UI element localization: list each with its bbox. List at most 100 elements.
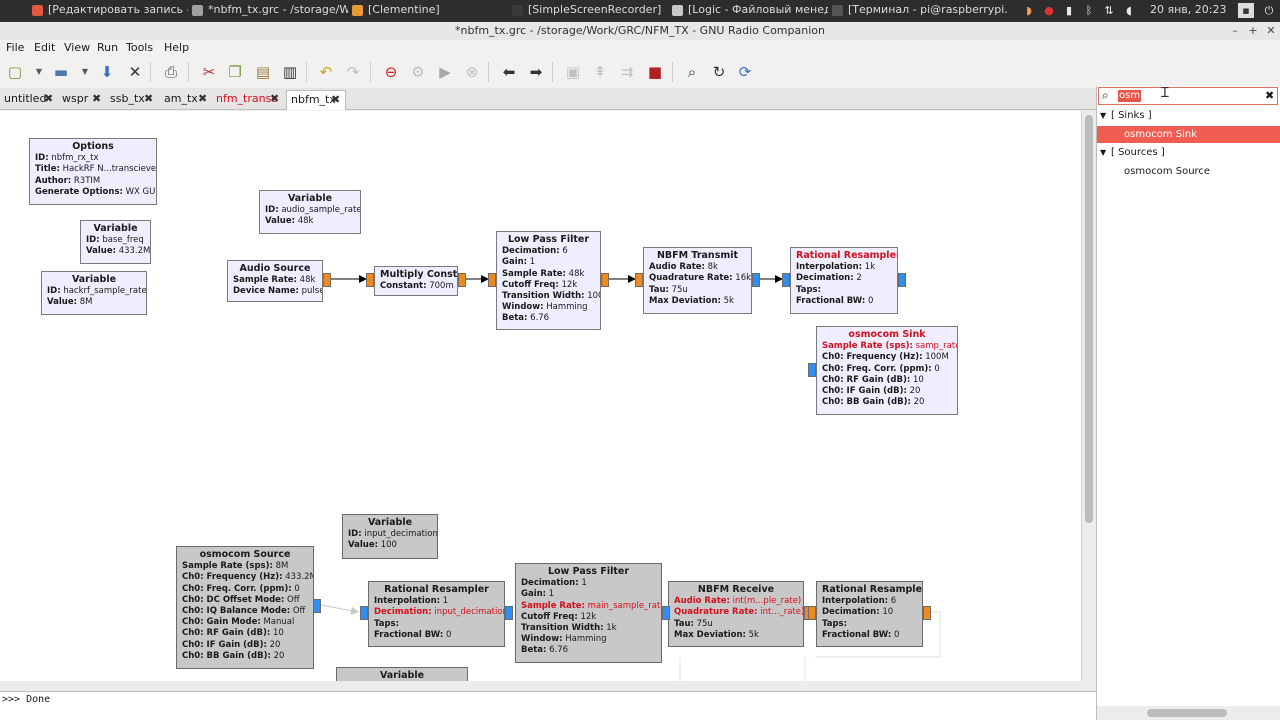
volume-icon[interactable]: ◖ xyxy=(1122,3,1136,18)
output-port[interactable] xyxy=(752,273,760,287)
connection-disabled[interactable] xyxy=(320,604,359,615)
open-folder-icon[interactable]: ▬ xyxy=(50,61,72,83)
input-port[interactable] xyxy=(360,606,368,620)
open-dropdown-icon[interactable]: ▼ xyxy=(74,61,96,83)
desktop-icon[interactable]: ▪ xyxy=(1238,3,1254,18)
low-pass-filter-tx-block[interactable]: Low Pass Filter Decimation: 6 Gain: 1 Sampl… xyxy=(496,231,601,330)
tab-nbfm-tx[interactable]: nbfm_tx ✖ xyxy=(286,90,346,110)
delete-icon[interactable]: ▥ xyxy=(279,61,301,83)
refresh-icon[interactable]: ⟳ xyxy=(734,61,756,83)
taskbar-item-filemanager[interactable]: [Logic - Файловый менедж... xyxy=(668,0,828,22)
close-tab-icon[interactable]: ✖ xyxy=(270,90,279,108)
paste-icon[interactable]: ▤ xyxy=(252,61,274,83)
menu-edit[interactable]: Edit xyxy=(34,41,55,54)
close-tab-icon[interactable]: ✖ xyxy=(331,91,340,109)
taskbar-item-browser[interactable]: [Редактировать запись ‹ G... xyxy=(28,0,188,22)
clock[interactable]: 20 янв, 20:23 xyxy=(1150,3,1226,16)
vertical-scrollbar[interactable] xyxy=(1082,111,1096,691)
cut-icon[interactable]: ✂ xyxy=(198,61,220,83)
bypass-icon[interactable]: ⇉ xyxy=(616,61,638,83)
output-port[interactable] xyxy=(601,273,609,287)
weather-icon[interactable]: ◗ xyxy=(1022,3,1036,18)
menu-tools[interactable]: Tools xyxy=(126,41,153,54)
close-file-icon[interactable]: ✕ xyxy=(124,61,146,83)
power-icon[interactable]: ⏻ xyxy=(1262,3,1276,18)
sidebar-scrollbar[interactable] xyxy=(1097,706,1280,720)
tab-wspr[interactable]: wspr ✖ xyxy=(58,90,106,110)
rational-resampler-rx1-block[interactable]: Rational Resampler Interpolation: 1 Decima… xyxy=(368,581,505,647)
menu-help[interactable]: Help xyxy=(164,41,189,54)
new-file-icon[interactable]: ▢ xyxy=(4,61,26,83)
input-port[interactable] xyxy=(488,273,496,287)
close-tab-icon[interactable]: ✖ xyxy=(44,90,53,108)
kill-icon[interactable]: ⊗ xyxy=(461,61,483,83)
close-window-icon[interactable]: ✕ xyxy=(1264,22,1278,40)
output-port[interactable] xyxy=(898,273,906,287)
network-icon[interactable]: ⇅ xyxy=(1102,3,1116,18)
variable-base-freq-block[interactable]: Variable ID: base_freq Value: 433.2M xyxy=(80,220,151,264)
menu-run[interactable]: Run xyxy=(97,41,118,54)
enable-block-icon[interactable]: ▣ xyxy=(562,61,584,83)
low-pass-filter-rx-block[interactable]: Low Pass Filter Decimation: 1 Gain: 1 Sampl… xyxy=(515,563,662,663)
tab-untitled[interactable]: untitled ✖ xyxy=(0,90,58,110)
expander-down-icon[interactable]: ▼ xyxy=(1100,107,1106,124)
variable-input-decimation-block[interactable]: Variable ID: input_decimation Value: 100 xyxy=(342,514,438,559)
input-port[interactable] xyxy=(808,363,816,377)
close-tab-icon[interactable]: ✖ xyxy=(198,90,207,108)
taskbar-item-recorder[interactable]: [SimpleScreenRecorder] xyxy=(508,0,668,22)
menu-file[interactable]: File xyxy=(6,41,24,54)
console-output[interactable]: >>> Done xyxy=(0,691,1096,720)
audio-source-block[interactable]: Audio Source Sample Rate: 48k Device Name:… xyxy=(227,260,323,302)
input-port[interactable] xyxy=(635,273,643,287)
new-dropdown-icon[interactable]: ▼ xyxy=(28,61,50,83)
output-port[interactable] xyxy=(323,273,331,287)
tab-ssb-tx[interactable]: ssb_tx ✖ xyxy=(106,90,160,110)
maximize-icon[interactable]: + xyxy=(1246,22,1260,40)
undo-icon[interactable]: ↶ xyxy=(315,61,337,83)
scrollbar-thumb[interactable] xyxy=(1147,709,1227,717)
horizontal-scrollbar[interactable] xyxy=(0,681,1082,691)
tree-category-sinks[interactable]: ▼[ Sinks ] xyxy=(1097,107,1280,124)
osmocom-source-block[interactable]: osmocom Source Sample Rate (sps): 8M Ch0: … xyxy=(176,546,314,669)
taskbar-item-terminal[interactable]: [Терминал - pi@raspberrypi... xyxy=(828,0,1008,22)
print-icon[interactable]: ⎙ xyxy=(160,61,182,83)
variable-audio-sample-rate-block[interactable]: Variable ID: audio_sample_rate Value: 48k xyxy=(259,190,361,234)
reload-icon[interactable]: ↻ xyxy=(708,61,730,83)
flowgraph-canvas[interactable]: Options ID: nbfm_rx_tx Title: HackRF N...t… xyxy=(0,111,1082,691)
options-block[interactable]: Options ID: nbfm_rx_tx Title: HackRF N...t… xyxy=(29,138,157,205)
taskbar-item-clementine[interactable]: [Clementine] xyxy=(348,0,508,22)
menu-view[interactable]: View xyxy=(64,41,90,54)
expander-down-icon[interactable]: ▼ xyxy=(1100,144,1106,161)
execute-icon[interactable]: ▶ xyxy=(434,61,456,83)
record-icon[interactable]: ● xyxy=(1042,3,1056,18)
copy-icon[interactable]: ❐ xyxy=(224,61,246,83)
rotate-cw-icon[interactable]: ➡ xyxy=(525,61,547,83)
osmocom-sink-block[interactable]: osmocom Sink Sample Rate (sps): samp_rate… xyxy=(816,326,958,415)
redo-icon[interactable]: ↷ xyxy=(342,61,364,83)
output-port[interactable] xyxy=(505,606,513,620)
input-port[interactable] xyxy=(782,273,790,287)
output-port[interactable] xyxy=(662,606,670,620)
minimize-icon[interactable]: – xyxy=(1228,22,1242,40)
rational-resampler-tx-block[interactable]: Rational Resampler Interpolation: 1k Decim… xyxy=(790,247,898,314)
variable-hackrf-sample-rate-block[interactable]: Variable ID: hackrf_sample_rate Value: 8M xyxy=(41,271,147,315)
bluetooth-icon[interactable]: ᛒ xyxy=(1082,3,1096,18)
output-port[interactable] xyxy=(923,606,931,620)
tree-category-sources[interactable]: ▼[ Sources ] xyxy=(1097,144,1280,161)
tab-nfm-transc[interactable]: nfm_transc ✖ xyxy=(212,90,286,110)
rational-resampler-rx2-block[interactable]: Rational Resampler Interpolation: 6 Decima… xyxy=(816,581,923,647)
input-port[interactable] xyxy=(808,606,816,620)
output-port[interactable] xyxy=(313,599,321,613)
nbfm-transmit-block[interactable]: NBFM Transmit Audio Rate: 8k Quadrature Ra… xyxy=(643,247,752,314)
search-input[interactable]: osm xyxy=(1118,90,1142,102)
battery-icon[interactable]: ▮ xyxy=(1062,3,1076,18)
tab-am-tx[interactable]: am_tx ✖ xyxy=(160,90,212,110)
close-tab-icon[interactable]: ✖ xyxy=(144,90,153,108)
output-port[interactable] xyxy=(458,273,466,287)
generate-icon[interactable]: ⚙ xyxy=(407,61,429,83)
disable-block-icon[interactable]: ⊖ xyxy=(380,61,402,83)
move-up-icon[interactable]: ⇞ xyxy=(589,61,611,83)
nbfm-receive-block[interactable]: NBFM Receive Audio Rate: int(m...ple_rate… xyxy=(668,581,804,647)
tree-item-osmocom-sink[interactable]: osmocom Sink xyxy=(1097,126,1280,143)
input-port[interactable] xyxy=(366,273,374,287)
